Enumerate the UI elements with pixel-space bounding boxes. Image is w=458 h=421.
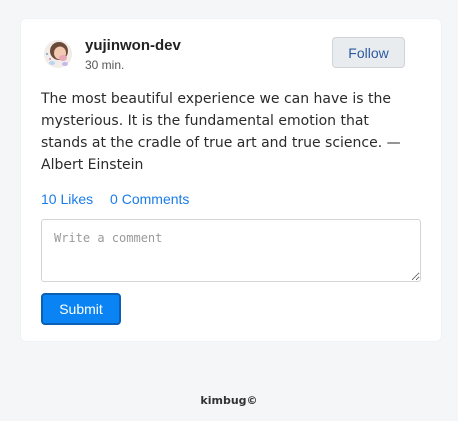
comment-input[interactable] xyxy=(41,219,421,282)
author-username[interactable]: yujinwon-dev xyxy=(85,37,181,54)
likes-link[interactable]: 10 Likes xyxy=(41,191,93,207)
post-timestamp: 30 min. xyxy=(85,58,125,72)
submit-button[interactable]: Submit xyxy=(41,293,121,325)
follow-button[interactable]: Follow xyxy=(332,37,405,68)
post-stats: 10 Likes 0 Comments xyxy=(41,191,202,207)
avatar[interactable] xyxy=(43,39,73,69)
post-card: yujinwon-dev 30 min. Follow The most bea… xyxy=(21,19,441,341)
post-header: yujinwon-dev 30 min. Follow xyxy=(41,37,421,77)
avatar-icon xyxy=(44,40,72,68)
comments-link[interactable]: 0 Comments xyxy=(110,191,189,207)
post-content: The most beautiful experience we can hav… xyxy=(41,91,401,173)
footer-credit: kimbug© xyxy=(200,394,258,407)
